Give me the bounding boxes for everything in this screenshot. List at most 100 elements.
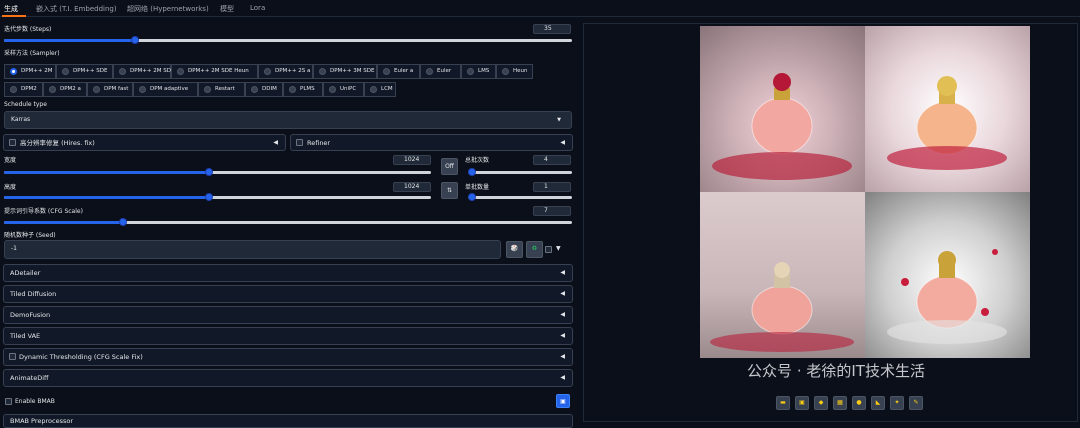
sampler-option[interactable]: DPM2 a bbox=[43, 82, 87, 97]
extension-accordion[interactable]: DemoFusion ◀ bbox=[3, 306, 573, 324]
extension-accordion[interactable]: Tiled VAE ◀ bbox=[3, 327, 573, 345]
tab-models[interactable]: 模型 bbox=[220, 4, 234, 14]
schedule-select[interactable]: Karras ▼ bbox=[4, 111, 572, 129]
steps-input[interactable]: 35 bbox=[533, 24, 571, 34]
reuse-seed-button[interactable]: ♻ bbox=[526, 241, 543, 258]
radio-dot[interactable] bbox=[319, 68, 326, 75]
height-input[interactable]: 1024 bbox=[393, 182, 431, 192]
tab-embedding[interactable]: 嵌入式 (T.I. Embedding) bbox=[36, 4, 117, 14]
sampler-option[interactable]: DPM++ 3M SDE bbox=[313, 64, 377, 79]
extra-seed-arrow-icon[interactable]: ▼ bbox=[556, 245, 561, 252]
sampler-option[interactable]: LCM bbox=[364, 82, 396, 97]
sampler-option[interactable]: DPM++ 2M bbox=[4, 64, 56, 79]
radio-dot[interactable] bbox=[10, 68, 17, 75]
sampler-option[interactable]: PLMS bbox=[283, 82, 323, 97]
extension-accordion[interactable]: Tiled Diffusion ◀ bbox=[3, 285, 573, 303]
sampler-option[interactable]: Heun bbox=[496, 64, 533, 79]
radio-dot[interactable] bbox=[62, 68, 69, 75]
sampler-option[interactable]: Restart bbox=[198, 82, 245, 97]
sampler-option[interactable]: DPM adaptive bbox=[133, 82, 198, 97]
extension-accordion[interactable]: AnimateDiff ◀ bbox=[3, 369, 573, 387]
seed-input[interactable]: -1 bbox=[4, 240, 501, 259]
radio-dot[interactable] bbox=[502, 68, 509, 75]
sampler-option[interactable]: DPM++ 2M SDE Heun bbox=[171, 64, 258, 79]
steps-slider-thumb[interactable] bbox=[131, 36, 139, 44]
triangle-ruler-icon[interactable]: ◣ bbox=[871, 396, 885, 410]
sampler-option-label: LCM bbox=[381, 86, 393, 92]
batch-size-slider-thumb[interactable] bbox=[468, 193, 476, 201]
radio-dot[interactable] bbox=[10, 86, 17, 93]
tab-lora[interactable]: Lora bbox=[250, 4, 265, 12]
cfg-slider[interactable] bbox=[4, 218, 572, 226]
hires-fix-checkbox[interactable] bbox=[9, 139, 16, 146]
sampler-option[interactable]: UniPC bbox=[323, 82, 364, 97]
radio-dot[interactable] bbox=[289, 86, 296, 93]
generated-image-1[interactable] bbox=[700, 26, 865, 192]
extension-accordion[interactable]: ADetailer ◀ bbox=[3, 264, 573, 282]
sampler-option[interactable]: DDIM bbox=[245, 82, 283, 97]
width-slider[interactable] bbox=[4, 168, 431, 176]
height-slider[interactable] bbox=[4, 193, 431, 201]
radio-dot[interactable] bbox=[264, 68, 271, 75]
height-slider-thumb[interactable] bbox=[205, 193, 213, 201]
brush-icon[interactable]: ✎ bbox=[909, 396, 923, 410]
steps-slider[interactable] bbox=[4, 36, 572, 44]
zip-icon[interactable]: ◆ bbox=[814, 396, 828, 410]
batch-count-slider[interactable] bbox=[468, 168, 572, 176]
width-input[interactable]: 1024 bbox=[393, 155, 431, 165]
sampler-option[interactable]: LMS bbox=[461, 64, 496, 79]
radio-dot[interactable] bbox=[370, 86, 377, 93]
collapse-arrow-icon: ◀ bbox=[560, 374, 565, 381]
save-icon[interactable]: ▣ bbox=[795, 396, 809, 410]
radio-dot[interactable] bbox=[49, 86, 56, 93]
batch-size-input[interactable]: 1 bbox=[533, 182, 571, 192]
sampler-option[interactable]: Euler bbox=[420, 64, 461, 79]
extra-seed-checkbox[interactable] bbox=[545, 246, 552, 253]
generated-image-3[interactable] bbox=[700, 192, 865, 358]
palette-icon[interactable]: ● bbox=[852, 396, 866, 410]
extension-accordion[interactable]: Dynamic Thresholding (CFG Scale Fix) ◀ bbox=[3, 348, 573, 366]
width-slider-fill bbox=[4, 171, 209, 174]
radio-dot[interactable] bbox=[119, 68, 126, 75]
folder-icon[interactable]: ▬ bbox=[776, 396, 790, 410]
sampler-label: 采样方法 (Sampler) bbox=[4, 50, 60, 57]
refiner-accordion[interactable]: Refiner ◀ bbox=[290, 134, 573, 151]
tab-generate[interactable]: 生成 bbox=[4, 4, 18, 14]
radio-dot[interactable] bbox=[251, 86, 258, 93]
radio-dot[interactable] bbox=[426, 68, 433, 75]
sampler-option[interactable]: DPM2 bbox=[4, 82, 43, 97]
swap-dimensions-button[interactable]: ⇅ bbox=[441, 182, 458, 199]
bmab-preprocessor-accordion[interactable]: BMAB Preprocessor bbox=[3, 414, 573, 428]
refiner-checkbox[interactable] bbox=[296, 139, 303, 146]
radio-dot[interactable] bbox=[329, 86, 336, 93]
sampler-option[interactable]: DPM fast bbox=[87, 82, 133, 97]
batch-size-slider[interactable] bbox=[468, 193, 572, 201]
radio-dot[interactable] bbox=[204, 86, 211, 93]
sampler-option[interactable]: DPM++ SDE bbox=[56, 64, 113, 79]
enable-bmab-checkbox[interactable] bbox=[5, 398, 12, 405]
sampler-option[interactable]: Euler a bbox=[377, 64, 420, 79]
radio-dot[interactable] bbox=[383, 68, 390, 75]
dynamic-thresholding-checkbox[interactable] bbox=[9, 353, 16, 360]
tab-hypernetworks[interactable]: 超网络 (Hypernetworks) bbox=[127, 4, 209, 14]
batch-count-input[interactable]: 4 bbox=[533, 155, 571, 165]
hires-fix-accordion[interactable]: 高分辨率修复 (Hires. fix) ◀ bbox=[3, 134, 286, 151]
batch-count-slider-thumb[interactable] bbox=[468, 168, 476, 176]
radio-dot[interactable] bbox=[177, 68, 184, 75]
sparkle-icon[interactable]: ✦ bbox=[890, 396, 904, 410]
cfg-input[interactable]: 7 bbox=[533, 206, 571, 216]
radio-dot[interactable] bbox=[93, 86, 100, 93]
radio-dot[interactable] bbox=[139, 86, 146, 93]
random-seed-button[interactable]: 🎲 bbox=[506, 241, 523, 258]
cfg-slider-thumb[interactable] bbox=[119, 218, 127, 226]
sampler-option[interactable]: DPM++ 2S a bbox=[258, 64, 313, 79]
radio-dot[interactable] bbox=[467, 68, 474, 75]
image-icon[interactable]: ▦ bbox=[833, 396, 847, 410]
off-button[interactable]: Off bbox=[441, 158, 458, 175]
generated-image-4[interactable] bbox=[865, 192, 1030, 358]
bmab-config-button[interactable]: ▣ bbox=[556, 394, 570, 408]
generated-image-2[interactable] bbox=[865, 26, 1030, 192]
sampler-option[interactable]: DPM++ 2M SDE bbox=[113, 64, 174, 79]
sampler-option-label: Euler a bbox=[394, 68, 414, 74]
width-slider-thumb[interactable] bbox=[205, 168, 213, 176]
